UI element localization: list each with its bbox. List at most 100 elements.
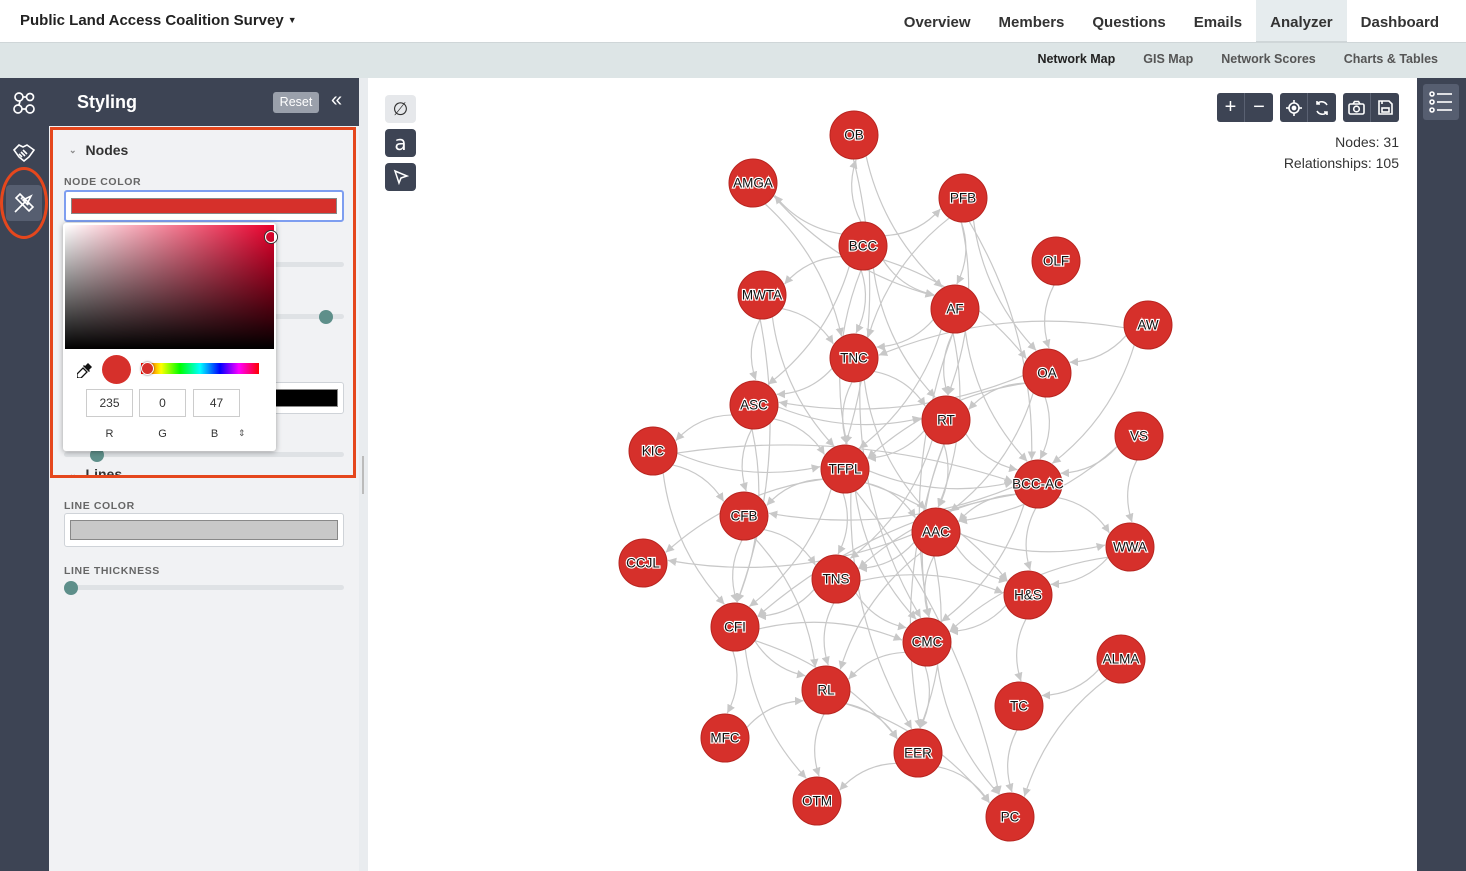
- edge-h&s-tc[interactable]: [1014, 618, 1027, 682]
- edge-bcc-mwta[interactable]: [784, 255, 842, 285]
- edge-eer-pc[interactable]: [937, 766, 990, 804]
- refresh-icon[interactable]: [1308, 93, 1336, 122]
- node-cfi[interactable]: CFI: [710, 602, 760, 652]
- rail-partners-button[interactable]: [6, 134, 42, 170]
- edge-bcc-pfb[interactable]: [884, 208, 941, 237]
- network-graph[interactable]: OB AMGA PFB BCC OLF MWTA AF AW TNC OA ASC RT VS KIC TF…: [368, 78, 1417, 871]
- survey-selector[interactable]: Public Land Access Coalition Survey ▼: [20, 12, 297, 29]
- line-color-field[interactable]: [64, 513, 344, 547]
- green-input[interactable]: 0: [139, 389, 186, 417]
- edge-tfpl-cfb[interactable]: [766, 478, 824, 506]
- edge-bcc-ac-cfi[interactable]: [757, 493, 1017, 617]
- edge-tfpl-tns[interactable]: [837, 492, 848, 555]
- edge-tnc-asc[interactable]: [776, 367, 833, 399]
- reset-button[interactable]: Reset: [273, 92, 319, 113]
- edge-mwta-asc[interactable]: [749, 318, 761, 381]
- edge-rl-otm[interactable]: [812, 713, 825, 777]
- edge-pfb-bcc-ac[interactable]: [968, 220, 1037, 460]
- edge-kic-cfi[interactable]: [662, 472, 725, 605]
- edge-bcc-ac-h&s[interactable]: [1023, 507, 1037, 571]
- edge-bcc-ac-cfb[interactable]: [768, 486, 1015, 521]
- panel-resize-handle[interactable]: [359, 78, 368, 871]
- edge-asc-kic[interactable]: [675, 414, 733, 442]
- node-af[interactable]: AF: [930, 284, 980, 334]
- edge-bcc-ac-wwa[interactable]: [1057, 496, 1110, 534]
- edge-cmc-pc[interactable]: [936, 663, 1000, 795]
- subtab-network-scores[interactable]: Network Scores: [1207, 43, 1329, 78]
- legend-button[interactable]: [1423, 84, 1459, 120]
- node-ccjl[interactable]: CCJL: [618, 538, 668, 588]
- node-bccac[interactable]: BCC-AC: [1011, 459, 1065, 509]
- eyedropper-icon[interactable]: [76, 362, 93, 383]
- edge-rt-bcc-ac[interactable]: [965, 433, 1018, 473]
- tab-emails[interactable]: Emails: [1180, 0, 1256, 43]
- edge-olf-oa[interactable]: [1042, 284, 1055, 349]
- edge-tnc-tfpl[interactable]: [840, 381, 853, 445]
- edge-tfpl-eer[interactable]: [850, 492, 913, 730]
- edge-mwta-tfpl[interactable]: [771, 316, 835, 447]
- node-rt[interactable]: RT: [921, 395, 971, 445]
- edge-aw-tnc[interactable]: [878, 320, 1125, 356]
- subtab-gis-map[interactable]: GIS Map: [1129, 43, 1207, 78]
- camera-icon[interactable]: [1343, 93, 1371, 122]
- select-tool-button[interactable]: [385, 163, 416, 191]
- edge-aw-oa[interactable]: [1069, 334, 1127, 367]
- node-mfc[interactable]: MFC: [700, 713, 750, 763]
- subtab-charts-tables[interactable]: Charts & Tables: [1330, 43, 1452, 78]
- node-ob[interactable]: OB: [829, 110, 879, 160]
- saturation-cursor[interactable]: [265, 231, 277, 243]
- edge-bcc-amga[interactable]: [774, 195, 843, 235]
- line-thickness-slider[interactable]: [64, 585, 344, 590]
- edge-wwa-h&s[interactable]: [1050, 556, 1109, 589]
- node-pc[interactable]: PC: [985, 792, 1035, 842]
- node-eer[interactable]: EER: [893, 728, 943, 778]
- edge-oa-asc[interactable]: [778, 375, 1024, 410]
- node-tnc[interactable]: TNC: [829, 333, 879, 383]
- save-icon[interactable]: [1371, 93, 1399, 122]
- node-tfpl[interactable]: TFPL: [820, 444, 870, 494]
- edge-aac-h&s[interactable]: [955, 545, 1008, 584]
- edge-tfpl-cmc[interactable]: [854, 490, 917, 620]
- center-icon[interactable]: [1280, 93, 1308, 122]
- node-bcc[interactable]: BCC: [838, 221, 888, 271]
- tab-members[interactable]: Members: [985, 0, 1079, 43]
- edge-oa-rt[interactable]: [968, 382, 1026, 410]
- edge-asc-cfb[interactable]: [739, 428, 753, 492]
- edge-mfc-rl[interactable]: [746, 696, 804, 729]
- toggle-labels-button[interactable]: a: [385, 129, 416, 157]
- node-mwta[interactable]: MWTA: [737, 270, 787, 320]
- node-kic[interactable]: KIC: [628, 426, 678, 476]
- node-oa[interactable]: OA: [1022, 348, 1072, 398]
- node-asc[interactable]: ASC: [729, 380, 779, 430]
- saturation-area[interactable]: [65, 225, 277, 349]
- subtab-network-map[interactable]: Network Map: [1023, 43, 1129, 78]
- edge-oa-bcc-ac[interactable]: [1039, 396, 1050, 460]
- node-rl[interactable]: RL: [801, 665, 851, 715]
- edge-cfb-tns[interactable]: [763, 528, 816, 566]
- node-aw[interactable]: AW: [1123, 300, 1173, 350]
- color-mode-toggle[interactable]: ⇕: [238, 428, 246, 439]
- edge-cfi-mfc[interactable]: [726, 650, 738, 714]
- edge-cfi-cmc[interactable]: [758, 621, 903, 641]
- node-aac[interactable]: AAC: [911, 507, 961, 557]
- edge-tfpl-bcc-ac[interactable]: [868, 470, 1014, 490]
- edge-cmc-eer[interactable]: [919, 665, 930, 729]
- red-input[interactable]: 235: [86, 389, 133, 417]
- node-cmc[interactable]: CMC: [902, 617, 952, 667]
- edge-eer-otm[interactable]: [839, 762, 897, 791]
- line-thickness-knob[interactable]: [64, 581, 78, 595]
- hue-knob[interactable]: [141, 362, 154, 375]
- edge-tc-pc[interactable]: [1005, 729, 1018, 793]
- edge-kic-tfpl[interactable]: [676, 452, 821, 474]
- edge-cfb-rl[interactable]: [753, 537, 819, 668]
- clear-selection-button[interactable]: ∅: [385, 95, 416, 123]
- edge-tnc-aac[interactable]: [863, 379, 926, 510]
- node-pfb[interactable]: PFB: [938, 173, 988, 223]
- edge-aac-wwa[interactable]: [959, 533, 1106, 553]
- node-otm[interactable]: OTM: [792, 776, 842, 826]
- hue-slider[interactable]: [141, 363, 259, 374]
- tab-questions[interactable]: Questions: [1078, 0, 1179, 43]
- tab-dashboard[interactable]: Dashboard: [1347, 0, 1453, 43]
- edge-cfi-otm[interactable]: [744, 648, 807, 779]
- rail-network-button[interactable]: [6, 85, 42, 121]
